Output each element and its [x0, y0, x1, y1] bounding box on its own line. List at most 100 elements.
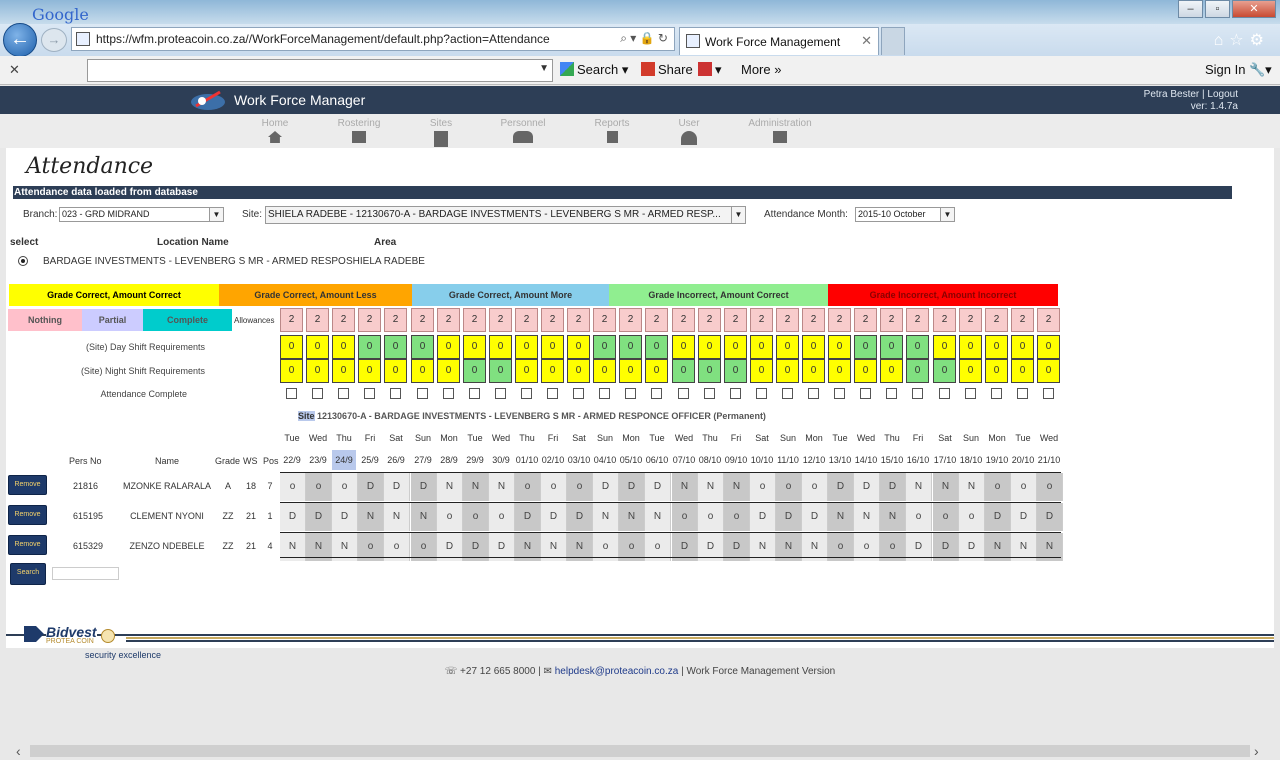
user-logout-link[interactable]: Petra Bester | Logout	[1144, 89, 1238, 101]
footer-email-link[interactable]: helpdesk@proteacoin.co.za	[555, 666, 679, 677]
shift-cell[interactable]: D	[567, 503, 593, 531]
shift-cell[interactable]: o	[1037, 473, 1063, 501]
branch-select[interactable]: 023 - GRD MIDRAND ▼	[59, 207, 224, 222]
shift-cell[interactable]: D	[306, 503, 332, 531]
shift-cell[interactable]: o	[802, 473, 828, 501]
menu-home[interactable]: Home	[240, 118, 310, 143]
tab-close-icon[interactable]: ✕	[861, 33, 872, 49]
attendance-complete-checkbox[interactable]	[364, 388, 375, 399]
shift-cell[interactable]: D	[332, 503, 358, 531]
shift-cell[interactable]: D	[828, 473, 854, 501]
shift-cell[interactable]: N	[358, 503, 384, 531]
google-search-button[interactable]: Search ▾	[560, 62, 628, 78]
menu-personnel[interactable]: Personnel	[488, 118, 558, 143]
month-select[interactable]: 2015-10 October ▼	[855, 207, 955, 222]
shift-cell[interactable]: o	[541, 473, 567, 501]
menu-reports[interactable]: Reports	[577, 118, 647, 143]
shift-cell[interactable]: N	[906, 473, 932, 501]
attendance-complete-checkbox[interactable]	[417, 388, 428, 399]
menu-rostering[interactable]: Rostering	[324, 118, 394, 143]
shift-cell[interactable]: D	[358, 473, 384, 501]
attendance-complete-checkbox[interactable]	[1017, 388, 1028, 399]
chevron-down-icon[interactable]: ▼	[539, 63, 549, 74]
shift-cell[interactable]: N	[593, 503, 619, 531]
shift-cell[interactable]: N	[411, 503, 437, 531]
wrench-icon[interactable]: 🔧▾	[1249, 62, 1272, 78]
shift-cell[interactable]: N	[645, 503, 671, 531]
attendance-complete-checkbox[interactable]	[443, 388, 454, 399]
back-button[interactable]: ←	[3, 23, 37, 57]
shift-cell[interactable]: N	[959, 473, 985, 501]
shift-cell[interactable]: D	[985, 503, 1011, 531]
shift-cell[interactable]: N	[489, 473, 515, 501]
attendance-complete-checkbox[interactable]	[469, 388, 480, 399]
shift-cell[interactable]: D	[645, 473, 671, 501]
shift-cell[interactable]: o	[280, 473, 306, 501]
shift-cell[interactable]: D	[280, 503, 306, 531]
shift-cell[interactable]: D	[411, 473, 437, 501]
shift-cell[interactable]: D	[1011, 503, 1037, 531]
attendance-complete-checkbox[interactable]	[808, 388, 819, 399]
menu-sites[interactable]: Sites	[406, 118, 476, 147]
google-search-input[interactable]: ▼	[87, 59, 553, 82]
forward-button[interactable]: →	[41, 28, 67, 52]
horizontal-scrollbar[interactable]: ‹ ›	[0, 742, 1280, 760]
shift-cell[interactable]: N	[437, 473, 463, 501]
shift-cell[interactable]: D	[515, 503, 541, 531]
shift-cell[interactable]: D	[1037, 503, 1063, 531]
scroll-left-icon[interactable]: ‹	[16, 743, 21, 759]
shift-cell[interactable]: N	[854, 503, 880, 531]
shift-cell[interactable]: o	[306, 473, 332, 501]
shift-cell[interactable]: o	[489, 503, 515, 531]
attendance-complete-checkbox[interactable]	[625, 388, 636, 399]
shift-cell[interactable]: D	[776, 503, 802, 531]
toolbar-close-icon[interactable]: ✕	[9, 62, 20, 78]
attendance-complete-checkbox[interactable]	[912, 388, 923, 399]
shift-cell[interactable]: N	[724, 473, 750, 501]
shift-cell[interactable]: N	[463, 473, 489, 501]
site-select[interactable]: SHIELA RADEBE - 12130670-A - BARDAGE INV…	[265, 206, 746, 224]
scroll-thumb[interactable]	[30, 745, 1250, 757]
attendance-complete-checkbox[interactable]	[1043, 388, 1054, 399]
attendance-complete-checkbox[interactable]	[390, 388, 401, 399]
attendance-complete-checkbox[interactable]	[547, 388, 558, 399]
attendance-complete-checkbox[interactable]	[573, 388, 584, 399]
shift-cell[interactable]: o	[672, 503, 698, 531]
shift-cell[interactable]: D	[541, 503, 567, 531]
shift-cell[interactable]: D	[880, 473, 906, 501]
shift-cell[interactable]: o	[332, 473, 358, 501]
attendance-complete-checkbox[interactable]	[704, 388, 715, 399]
shift-cell[interactable]: o	[515, 473, 541, 501]
shift-cell[interactable]: N	[880, 503, 906, 531]
attendance-complete-checkbox[interactable]	[312, 388, 323, 399]
shift-cell[interactable]: o	[698, 503, 724, 531]
shift-cell[interactable]: o	[985, 473, 1011, 501]
attendance-complete-checkbox[interactable]	[886, 388, 897, 399]
attendance-complete-checkbox[interactable]	[834, 388, 845, 399]
minimize-button[interactable]: –	[1178, 0, 1203, 18]
shift-cell[interactable]: o	[463, 503, 489, 531]
search-input[interactable]	[52, 567, 119, 580]
address-tools-icon[interactable]: ⌕ ▾ 🔒 ↻	[620, 31, 668, 46]
shift-cell[interactable]: o	[776, 473, 802, 501]
shift-cell[interactable]: o	[906, 503, 932, 531]
shift-cell[interactable]: o	[567, 473, 593, 501]
search-button[interactable]: Search	[10, 563, 46, 585]
shift-cell[interactable]: o	[437, 503, 463, 531]
remove-button[interactable]: Remove	[8, 505, 47, 525]
attendance-complete-checkbox[interactable]	[965, 388, 976, 399]
shift-cell[interactable]: o	[1011, 473, 1037, 501]
attendance-complete-checkbox[interactable]	[860, 388, 871, 399]
shift-cell[interactable]: N	[828, 503, 854, 531]
remove-button[interactable]: Remove	[8, 475, 47, 495]
address-bar[interactable]: https://wfm.proteacoin.co.za//WorkForceM…	[71, 27, 675, 51]
shift-cell[interactable]: o	[724, 503, 750, 531]
shift-cell[interactable]: o	[933, 503, 959, 531]
attendance-complete-checkbox[interactable]	[495, 388, 506, 399]
attendance-complete-checkbox[interactable]	[599, 388, 610, 399]
shift-cell[interactable]: D	[802, 503, 828, 531]
attendance-complete-checkbox[interactable]	[939, 388, 950, 399]
shift-cell[interactable]: N	[384, 503, 410, 531]
close-window-button[interactable]: ✕	[1232, 0, 1276, 18]
more-button[interactable]: More »	[741, 62, 781, 77]
